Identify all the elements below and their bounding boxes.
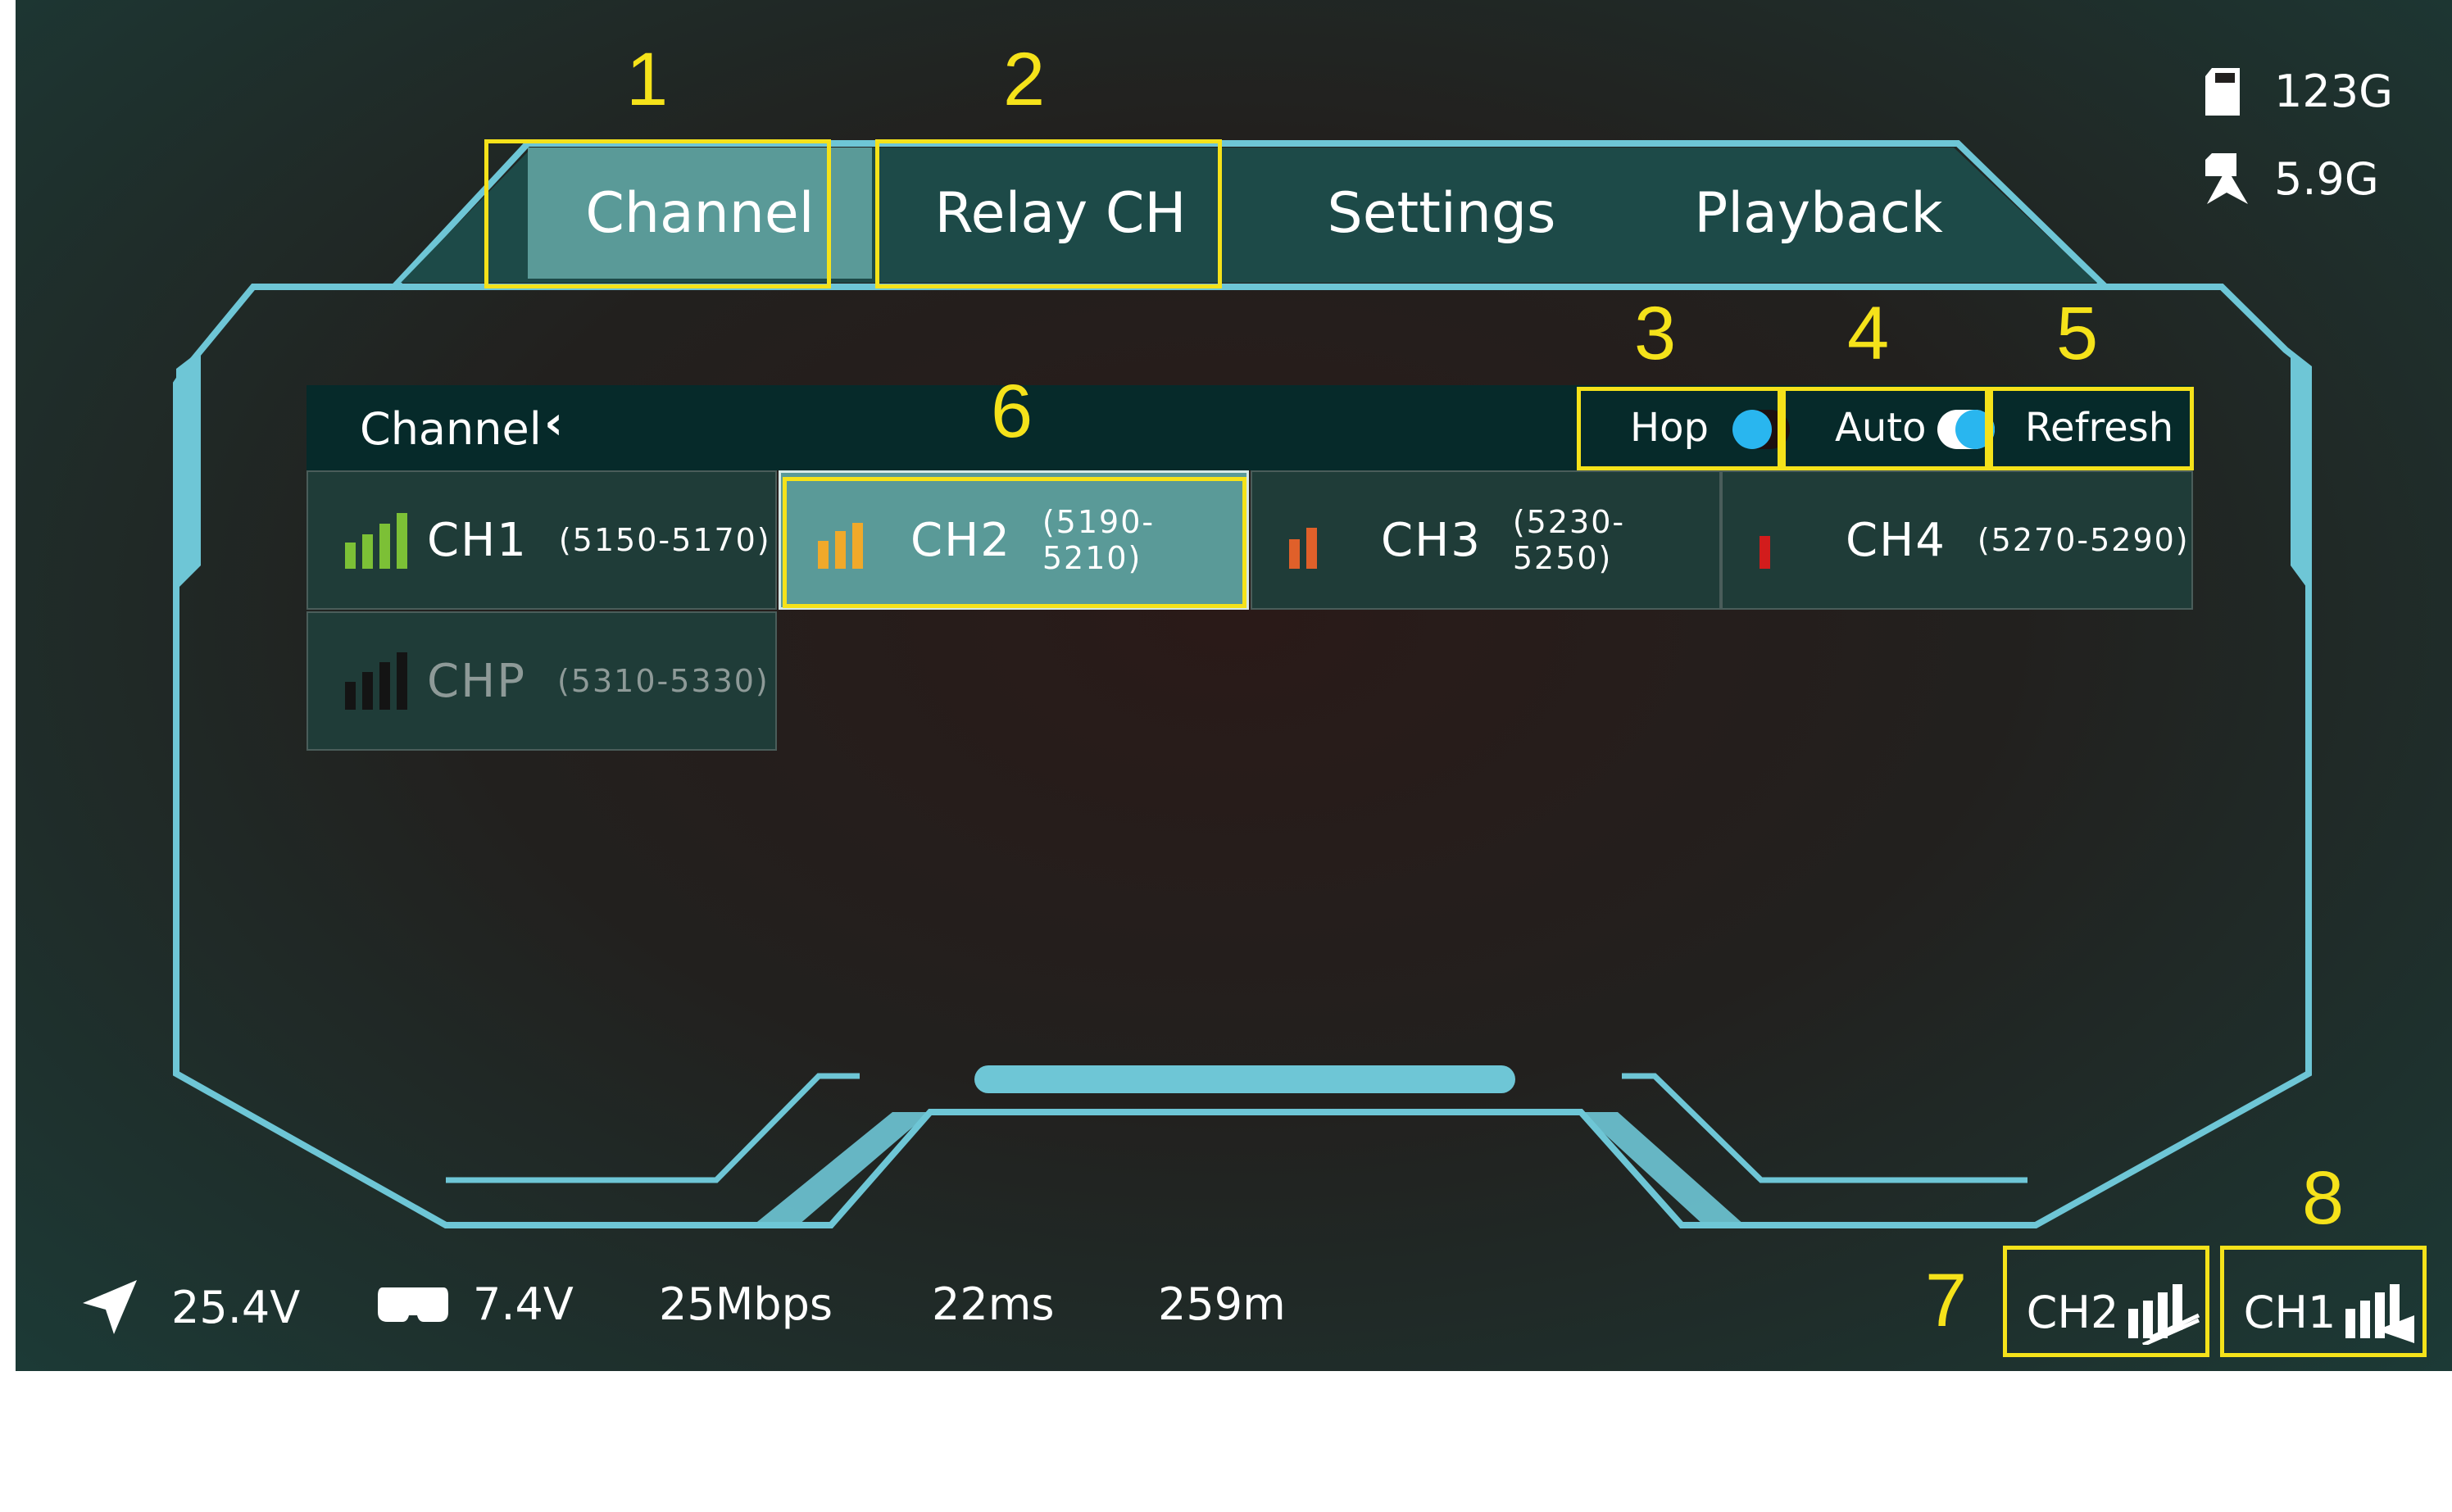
channel-range: (5230-5250)	[1512, 504, 1626, 576]
signal-bars-icon	[1289, 511, 1317, 569]
annotation-number-5: 5	[2056, 292, 2099, 375]
goggle-voltage-status: 7.4V	[376, 1278, 574, 1330]
goggles-screen: Channel Relay CH Settings Playback 123G …	[16, 0, 2452, 1371]
channel-name: CH1	[427, 513, 528, 567]
annotation-box-2	[875, 139, 1222, 288]
sd-card-icon	[2205, 67, 2240, 116]
goggles-icon	[378, 1287, 448, 1322]
recording-storage-icon	[2205, 153, 2248, 204]
channel-name: CH4	[1846, 513, 1946, 567]
drone-voltage-status: 25.4V	[81, 1278, 300, 1336]
recording-storage-capacity: 5.9G	[2274, 152, 2379, 205]
annotation-box-4	[1782, 387, 1989, 470]
channel-range: (5310-5330)	[556, 663, 770, 699]
annotation-number-7: 7	[1925, 1259, 1968, 1342]
distance: 259m	[1158, 1278, 1286, 1330]
tab-settings[interactable]: Settings	[1269, 148, 1614, 279]
annotation-number-1: 1	[626, 38, 669, 121]
annotation-number-2: 2	[1003, 38, 1046, 121]
goggle-voltage: 7.4V	[473, 1278, 574, 1330]
annotation-box-8	[2220, 1246, 2427, 1357]
signal-bars-icon	[345, 511, 407, 569]
panel-title: Channel	[360, 403, 542, 455]
navigation-arrow-icon	[83, 1280, 137, 1334]
channel-range: (5150-5170)	[558, 522, 771, 558]
annotation-box-7	[2003, 1246, 2209, 1357]
channel-cell-chp[interactable]: CHP (5310-5330)	[306, 611, 777, 751]
signal-bars-icon	[1760, 511, 1770, 569]
annotation-box-5	[1989, 387, 2194, 470]
channel-cell-ch3[interactable]: CH3 (5230-5250)	[1251, 470, 1721, 610]
signal-bars-icon	[345, 652, 407, 710]
annotation-number-4: 4	[1847, 292, 1890, 375]
annotation-box-3	[1577, 387, 1782, 470]
drone-voltage: 25.4V	[171, 1281, 301, 1333]
annotation-number-3: 3	[1634, 292, 1677, 375]
channel-cell-ch1[interactable]: CH1 (5150-5170)	[306, 470, 777, 610]
annotation-number-6: 6	[991, 370, 1033, 453]
annotation-box-1	[484, 139, 831, 288]
sd-card-capacity: 123G	[2274, 66, 2393, 117]
bitrate: 25Mbps	[659, 1278, 833, 1330]
latency: 22ms	[932, 1278, 1055, 1330]
channel-name: CHP	[427, 654, 526, 708]
channel-name: CH3	[1381, 513, 1482, 567]
channel-cell-ch4[interactable]: CH4 (5270-5290)	[1721, 470, 2193, 610]
chevron-left-icon[interactable]: ‹	[544, 397, 563, 450]
channel-range: (5270-5290)	[1977, 522, 2190, 558]
annotation-number-8: 8	[2302, 1156, 2345, 1240]
tab-playback[interactable]: Playback	[1646, 148, 1991, 279]
annotation-box-6	[783, 477, 1246, 608]
